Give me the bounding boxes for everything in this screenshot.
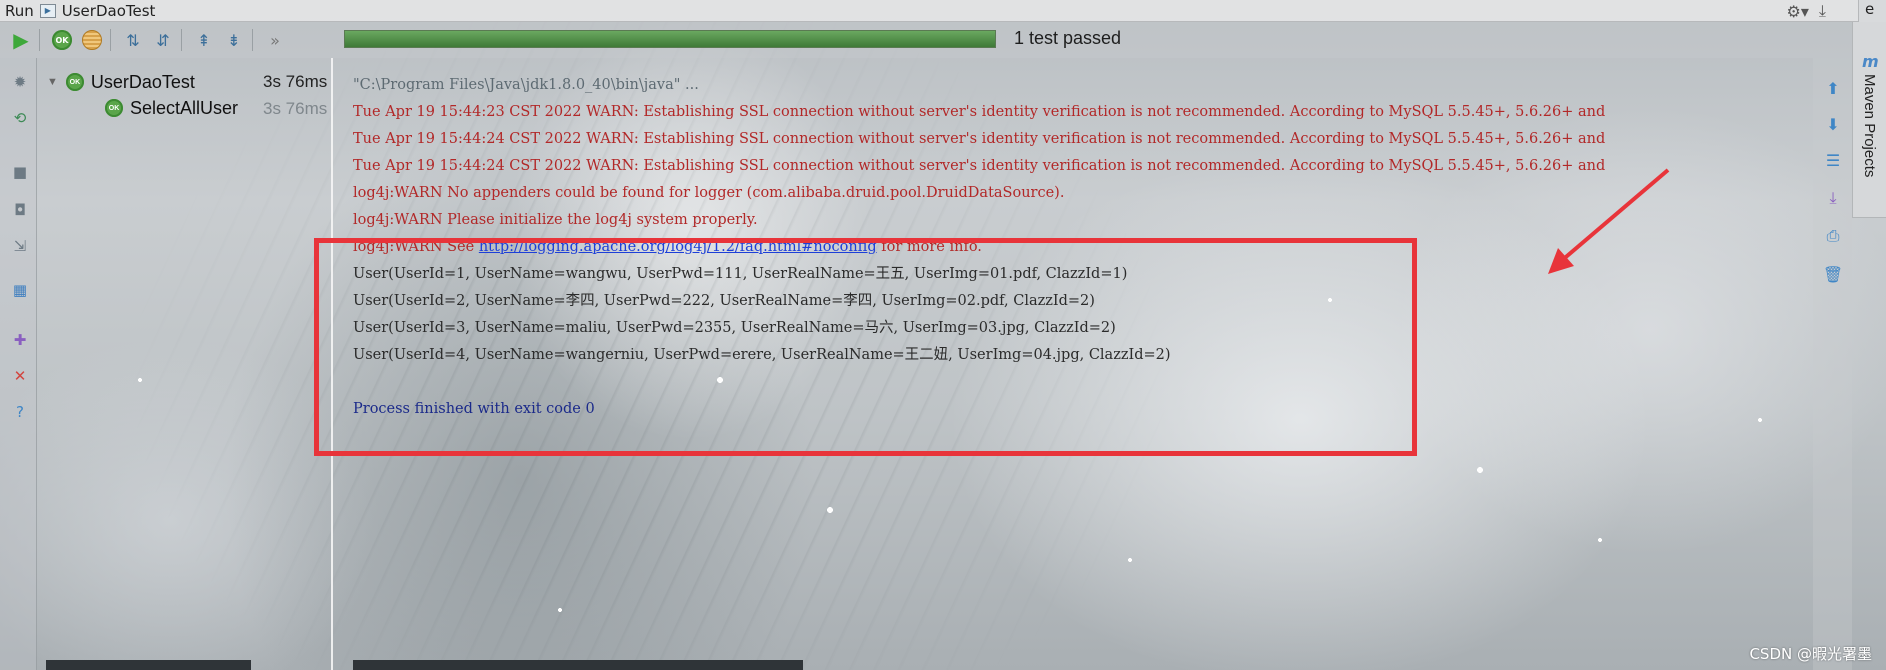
run-tool-window-titlebar: Run ▶ UserDaoTest ⚙▾ ⤓ e xyxy=(0,0,1886,22)
help-icon[interactable]: ? xyxy=(10,402,30,422)
tree-node-time: 3s 76ms xyxy=(263,72,328,91)
trash-icon[interactable]: 🗑 xyxy=(1823,264,1843,284)
console-right-tool-strip: ⬆ ⬇ ☰ ⤓ ⎙ 🗑 xyxy=(1813,58,1852,670)
pin-icon[interactable]: ✚ xyxy=(10,330,30,350)
run-label: Run xyxy=(5,1,34,20)
toolbar-divider xyxy=(110,29,111,51)
toolbar-divider xyxy=(39,29,40,51)
toolbar-divider xyxy=(181,29,182,51)
annotation-highlight-box xyxy=(314,238,1417,456)
maven-logo-icon: m xyxy=(1862,52,1879,71)
tree-node-label: SelectAllUser xyxy=(130,97,239,118)
more-icon[interactable]: » xyxy=(262,27,288,53)
run-tab-title[interactable]: UserDaoTest xyxy=(62,2,156,20)
test-results-tree: ▼ OK UserDaoTest 3s 76ms OK SelectAllUse… xyxy=(37,58,333,670)
sort-duration-icon[interactable]: ⇵ xyxy=(150,27,176,53)
console-line-log4j: log4j:WARN Please initialize the log4j s… xyxy=(353,212,758,228)
soft-wrap-icon[interactable]: ☰ xyxy=(1823,150,1843,170)
csdn-watermark: CSDN @暇光署墨 xyxy=(1749,645,1872,663)
test-runner-toolbar: ▶ OK ⇅ ⇵ ⇞ ⇟ » 1 test passed xyxy=(0,22,1852,58)
export-icon[interactable]: ⇲ xyxy=(10,236,30,256)
expand-all-icon[interactable]: ⇞ xyxy=(191,27,217,53)
console-line-warn: Tue Apr 19 15:44:24 CST 2022 WARN: Estab… xyxy=(353,158,1606,174)
tree-node-time: 3s 76ms xyxy=(263,99,328,118)
camera-icon[interactable]: ◘ xyxy=(10,200,30,220)
titlebar-actions: ⚙▾ ⤓ xyxy=(1787,0,1826,22)
ignored-filter-icon[interactable] xyxy=(79,27,105,53)
tree-node-child[interactable]: OK SelectAllUser xyxy=(105,96,238,120)
run-icon[interactable]: ▶ xyxy=(8,27,34,53)
console-line-warn: Tue Apr 19 15:44:24 CST 2022 WARN: Estab… xyxy=(353,131,1606,147)
toolbar-divider xyxy=(252,29,253,51)
pass-badge-icon: OK xyxy=(65,73,84,91)
console-line-command: "C:\Program Files\Java\jdk1.8.0_40\bin\j… xyxy=(353,77,699,93)
side-tab-edge[interactable]: e xyxy=(1858,0,1886,22)
down-arrow-icon[interactable]: ⬇ xyxy=(1823,114,1843,134)
maven-projects-label: Maven Projects xyxy=(1861,74,1878,178)
run-config-icon: ▶ xyxy=(39,3,56,18)
console-line-warn: Tue Apr 19 15:44:23 CST 2022 WARN: Estab… xyxy=(353,104,1606,120)
maven-projects-tab[interactable]: m Maven Projects xyxy=(1852,22,1886,218)
collapse-all-icon[interactable]: ⇟ xyxy=(221,27,247,53)
bottom-dark-strip xyxy=(353,660,803,670)
console-line-log4j: log4j:WARN No appenders could be found f… xyxy=(353,185,1065,201)
layout-icon[interactable]: ▦ xyxy=(10,280,30,300)
sort-alpha-icon[interactable]: ⇅ xyxy=(120,27,146,53)
pass-badge-icon: OK xyxy=(105,99,123,117)
test-progress-bar xyxy=(344,30,996,48)
debug-icon[interactable]: ✹ xyxy=(10,72,30,92)
tree-node-label: UserDaoTest xyxy=(90,71,195,92)
test-status-text: 1 test passed xyxy=(1014,28,1122,48)
up-arrow-icon[interactable]: ⬆ xyxy=(1823,78,1843,98)
hide-icon[interactable]: ⤓ xyxy=(1819,1,1826,21)
left-tool-strip: ✹ ⟲ ■ ◘ ⇲ ▦ ✚ ✕ ? xyxy=(0,58,37,670)
close-icon[interactable]: ✕ xyxy=(10,366,30,386)
print-icon[interactable]: ⎙ xyxy=(1823,226,1843,246)
ok-filter-icon[interactable]: OK xyxy=(49,27,75,53)
expand-arrow-icon[interactable]: ▼ xyxy=(47,76,58,88)
tree-node-root[interactable]: ▼ OK UserDaoTest xyxy=(47,70,195,94)
scroll-to-end-icon[interactable]: ⤓ xyxy=(1823,188,1843,208)
rerun-failed-icon[interactable]: ⟲ xyxy=(10,108,30,128)
stop-icon[interactable]: ■ xyxy=(10,162,30,182)
bottom-dark-strip xyxy=(46,660,251,670)
gear-icon[interactable]: ⚙▾ xyxy=(1787,2,1809,21)
